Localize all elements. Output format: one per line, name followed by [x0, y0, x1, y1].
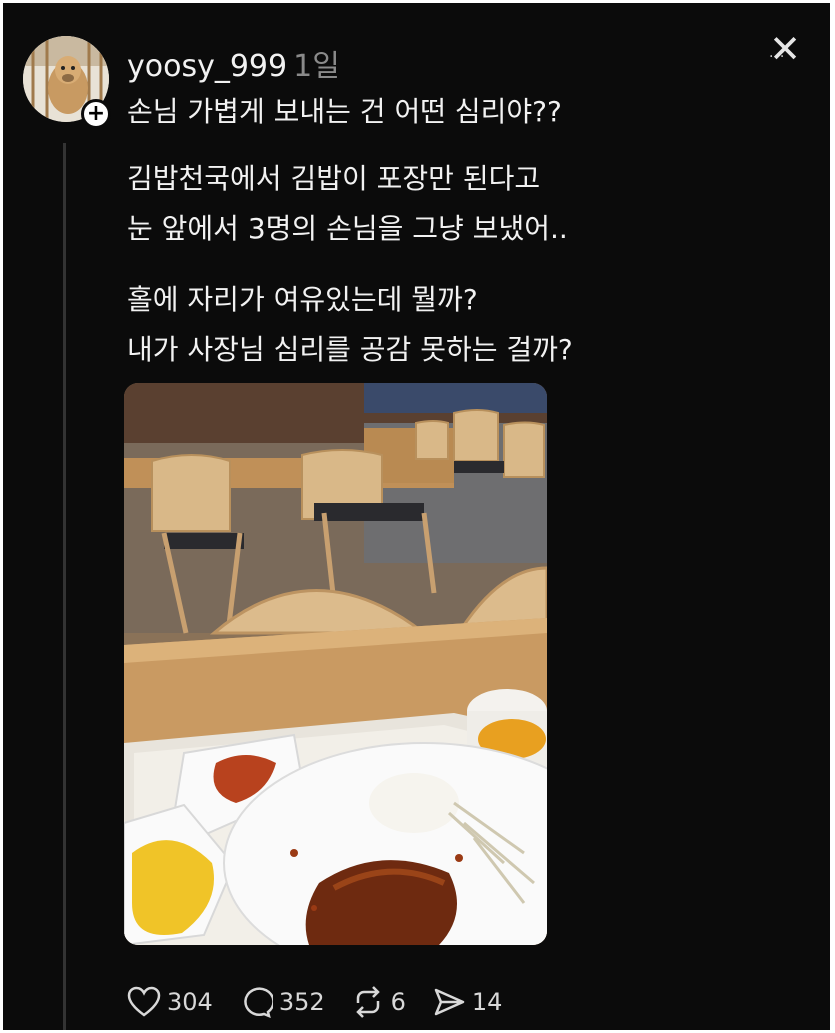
heart-icon	[127, 986, 161, 1017]
like-count: 304	[167, 988, 213, 1016]
post-photo[interactable]	[124, 383, 547, 945]
follow-plus-icon[interactable]: +	[81, 99, 111, 129]
repost-icon	[355, 986, 380, 1018]
like-button[interactable]: 304	[127, 986, 213, 1018]
action-bar: 304 352 6 14	[127, 985, 528, 1019]
comment-icon	[244, 987, 273, 1018]
comment-count: 352	[278, 988, 325, 1016]
repost-count: 6	[390, 988, 406, 1016]
post-line-2: 눈 앞에서 3명의 손님을 그냥 보냈어..	[127, 212, 568, 245]
post-title: 손님 가볍게 보내는 건 어떤 심리야??	[127, 95, 562, 128]
post-frame: + yoosy_999 1일 ··· ✕ 손님 가볍게 보내는 건 어떤 심리야?…	[3, 3, 830, 1030]
share-button[interactable]: 14	[432, 986, 503, 1018]
username[interactable]: yoosy_999	[127, 49, 287, 84]
post-line-4: 내가 사장님 심리를 공감 못하는 걸까?	[127, 333, 573, 366]
share-count: 14	[471, 988, 503, 1016]
post-header: yoosy_999 1일	[127, 41, 340, 85]
thread-line	[63, 143, 66, 1030]
post-time: 1일	[293, 49, 340, 84]
post-line-1: 김밥천국에서 김밥이 포장만 된다고	[127, 162, 541, 195]
repost-button[interactable]: 6	[351, 986, 406, 1018]
post-line-3: 홀에 자리가 여유있는데 뭘까?	[127, 283, 478, 316]
comment-button[interactable]: 352	[239, 986, 325, 1018]
send-icon	[434, 988, 465, 1016]
close-icon[interactable]: ✕	[765, 29, 805, 69]
